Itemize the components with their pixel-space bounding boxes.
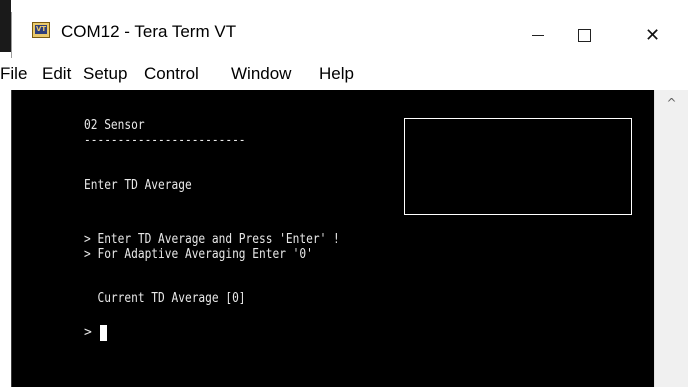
menu-setup[interactable]: Setup bbox=[83, 64, 127, 84]
title-bar[interactable]: VT COM12 - Tera Term VT ✕ bbox=[11, 12, 688, 58]
terminal-line-divider: ------------------------ bbox=[84, 133, 246, 148]
terminal-line-heading: Enter TD Average bbox=[84, 178, 192, 193]
terminal-line-current-value: Current TD Average [0] bbox=[84, 291, 246, 306]
terminal-line-instruction-2: > For Adaptive Averaging Enter '0' bbox=[84, 247, 313, 262]
terminal-blank-box bbox=[404, 118, 632, 215]
window-border bbox=[11, 12, 12, 58]
vertical-scrollbar[interactable]: ^ bbox=[654, 90, 688, 387]
tera-term-window: VT COM12 - Tera Term VT ✕ File Edit Setu… bbox=[0, 0, 688, 387]
menu-help[interactable]: Help bbox=[319, 64, 354, 84]
menu-edit[interactable]: Edit bbox=[42, 64, 71, 84]
scroll-up-arrow-icon[interactable]: ^ bbox=[655, 90, 688, 116]
terminal-cursor bbox=[100, 325, 107, 341]
teraterm-vt-icon[interactable]: VT bbox=[32, 22, 50, 38]
terminal-line-title: 02 Sensor bbox=[84, 118, 145, 133]
minimize-button[interactable] bbox=[515, 12, 561, 58]
menu-window[interactable]: Window bbox=[231, 64, 291, 84]
close-icon: ✕ bbox=[644, 24, 661, 46]
maximize-button[interactable] bbox=[561, 12, 607, 58]
menu-bar: File Edit Setup Control Window Help bbox=[0, 58, 688, 90]
window-title: COM12 - Tera Term VT bbox=[61, 22, 237, 41]
maximize-icon bbox=[577, 28, 591, 42]
terminal-line-instruction-1: > Enter TD Average and Press 'Enter' ! bbox=[84, 232, 340, 247]
minimize-icon bbox=[532, 34, 544, 36]
close-button[interactable]: ✕ bbox=[617, 12, 688, 58]
terminal-prompt: > bbox=[84, 325, 92, 340]
menu-file[interactable]: File bbox=[0, 64, 27, 84]
menu-control[interactable]: Control bbox=[144, 64, 199, 84]
